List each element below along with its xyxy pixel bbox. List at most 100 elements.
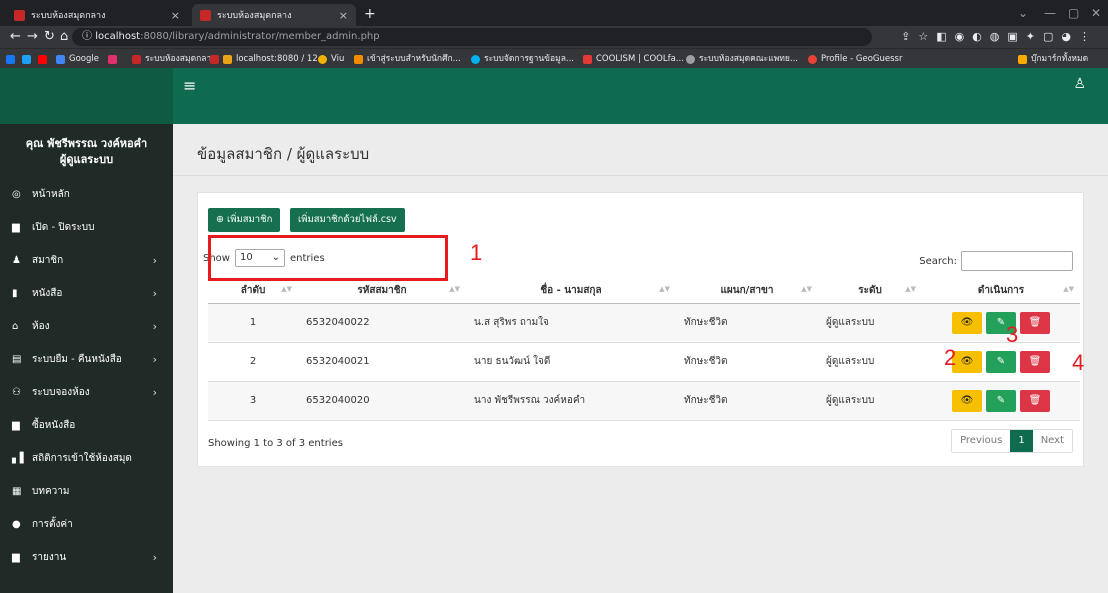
browser-chrome: ระบบห้องสมุดกลาง × ระบบห้องสมุดกลาง × + …: [0, 0, 1108, 68]
next-page-button[interactable]: Next: [1033, 430, 1072, 452]
browser-tab[interactable]: ระบบห้องสมุดกลาง ×: [6, 4, 188, 26]
sidebar-item-buy-books[interactable]: ▆ ซื้อหนังสือ: [0, 415, 173, 435]
sidebar-item-statistics[interactable]: ▖▌ สถิติการเข้าใช้ห้องสมุด: [0, 448, 173, 468]
bar-chart-icon: ▖▌: [12, 452, 28, 464]
cell-level: ผู้ดูแลระบบ: [818, 303, 922, 343]
column-header-no[interactable]: ลำดับ ▲▼: [208, 279, 298, 304]
toolbar-extension-icons[interactable]: ⇪☆◧◉◐◍▣✦▢◕⋮: [901, 30, 1098, 43]
user-icon: ♟: [12, 254, 21, 266]
sort-icon: ▲▼: [449, 285, 460, 293]
close-tab-icon[interactable]: ×: [171, 9, 180, 22]
minimize-icon[interactable]: —: [1044, 6, 1056, 20]
maximize-icon[interactable]: ▢: [1068, 6, 1079, 20]
sidebar-user-name: คุณ พัชรีพรรณ วงค์หอคำ: [25, 137, 148, 150]
close-tab-icon[interactable]: ×: [339, 9, 348, 22]
column-header-name[interactable]: ชื่อ - นามสกุล ▲▼: [466, 279, 676, 304]
google-icon: [56, 54, 65, 64]
cell-no: 1: [208, 303, 298, 343]
chevron-right-icon: ›: [152, 286, 157, 300]
sidebar-item-books[interactable]: ▮ หนังสือ ›: [0, 283, 173, 303]
sort-icon: ▲▼: [1063, 285, 1074, 293]
bookmark-geoguessr[interactable]: Profile - GeoGuessr: [808, 52, 902, 66]
bookmark-coolism[interactable]: COOLISM | COOLfa...: [583, 52, 684, 66]
pagination: Previous 1 Next: [951, 429, 1073, 453]
column-header-department[interactable]: แผนก/สาขา ▲▼: [676, 279, 818, 304]
home-icon[interactable]: ⌂: [60, 29, 68, 45]
column-header-level[interactable]: ระดับ ▲▼: [818, 279, 922, 304]
bookmarks-bar: Google ระบบห้องสมุดกลาง localhost:8080 /…: [0, 48, 1108, 68]
search-input[interactable]: [961, 251, 1073, 271]
youtube-icon[interactable]: [38, 52, 51, 66]
add-members-csv-button[interactable]: เพิ่มสมาชิกด้วยไฟล์.csv: [290, 208, 405, 232]
all-bookmarks[interactable]: บุ๊กมาร์กทั้งหมด: [1018, 52, 1088, 66]
article-icon: ▦: [12, 485, 22, 497]
page-title: ข้อมูลสมาชิก / ผู้ดูแลระบบ: [197, 145, 370, 163]
bookmark-student-login[interactable]: เข้าสู่ระบบสำหรับนักศึก...: [354, 52, 461, 66]
hamburger-menu-icon[interactable]: ≡: [183, 76, 196, 95]
tab-title: ระบบห้องสมุดกลาง: [217, 11, 292, 21]
browser-tab-active[interactable]: ระบบห้องสมุดกลาง ×: [192, 4, 356, 26]
facebook-icon[interactable]: [6, 52, 19, 66]
delete-button[interactable]: 🗑: [1020, 389, 1050, 412]
back-icon[interactable]: ←: [10, 29, 21, 45]
add-member-button[interactable]: ⊕ เพิ่มสมาชิก: [208, 208, 281, 232]
table-row: 1 6532040022 น.ส สุริพร ถามใจ ทักษะชีวิต…: [208, 303, 1080, 343]
new-tab-button[interactable]: +: [364, 6, 376, 22]
navbar-brand-area: [0, 68, 173, 124]
view-button[interactable]: 👁: [952, 350, 982, 373]
column-header-member-id[interactable]: รหัสสมาชิก ▲▼: [298, 279, 466, 304]
bookmark-google[interactable]: Google: [56, 52, 99, 66]
sidebar-item-settings[interactable]: ● การตั้งค่า: [0, 514, 173, 534]
sidebar-user: คุณ พัชรีพรรณ วงค์หอคำ ผู้ดูแลระบบ: [0, 136, 173, 168]
sidebar-item-reports[interactable]: ▆ รายงาน ›: [0, 547, 173, 567]
delete-button[interactable]: 🗑: [1020, 311, 1050, 334]
cell-name: นาง พัชรีพรรณ วงค์หอคำ: [466, 381, 676, 421]
bookmark-database[interactable]: ระบบจัดการฐานข้อมูล...: [471, 52, 574, 66]
reload-icon[interactable]: ↻: [44, 29, 55, 45]
bookmark-viu[interactable]: Viu: [318, 52, 344, 66]
cell-member-id: 6532040022: [298, 303, 466, 343]
bookmark-med-library[interactable]: ระบบห้องสมุดคณะแพทย...: [686, 52, 798, 66]
info-icon: ●: [12, 518, 21, 530]
search-control: Search:: [919, 251, 1073, 271]
delete-button[interactable]: 🗑: [1020, 350, 1050, 373]
showing-entries-text: Showing 1 to 3 of 3 entries: [208, 438, 343, 449]
list-icon: ▤: [12, 353, 22, 365]
table-row: 3 6532040020 นาง พัชรีพรรณ วงค์หอคำ ทักษ…: [208, 381, 1080, 421]
cell-no: 3: [208, 381, 298, 421]
sort-icon: ▲▼: [281, 285, 292, 293]
table-header-row: ลำดับ ▲▼ รหัสสมาชิก ▲▼ ชื่อ - นามสกุล ▲▼ แผ…: [208, 279, 1080, 304]
url-path: :8080/library/administrator/member_admin…: [140, 31, 380, 42]
cell-actions: 👁 ✎ 🗑: [922, 381, 1080, 421]
bookmark-library[interactable]: ระบบห้องสมุดกลาง: [132, 52, 215, 66]
chevron-down-icon[interactable]: ⌄: [1018, 6, 1028, 20]
twitter-icon[interactable]: [22, 52, 35, 66]
view-button[interactable]: 👁: [952, 311, 982, 334]
column-header-actions[interactable]: ดำเนินการ ▲▼: [922, 279, 1080, 304]
sidebar-item-open-close[interactable]: ▆ เปิด - ปิดระบบ: [0, 217, 173, 237]
address-bar-row: ← → ↻ ⌂ ⓘ localhost:8080/library/adminis…: [0, 26, 1108, 48]
edit-button[interactable]: ✎: [986, 389, 1016, 412]
window-close-icon[interactable]: ✕: [1091, 6, 1101, 20]
chevron-right-icon: ›: [152, 253, 157, 267]
sidebar-item-home[interactable]: ◎ หน้าหลัก: [0, 184, 173, 204]
info-icon: ⓘ: [82, 31, 96, 42]
edit-button[interactable]: ✎: [986, 350, 1016, 373]
annotation-number-2: 2: [944, 345, 957, 370]
forward-icon[interactable]: →: [27, 29, 38, 45]
page-1-button[interactable]: 1: [1010, 430, 1033, 452]
previous-page-button[interactable]: Previous: [952, 430, 1010, 452]
user-account-icon[interactable]: ♙: [1073, 76, 1086, 92]
url-field[interactable]: ⓘ localhost:8080/library/administrator/m…: [72, 28, 872, 46]
bookmark-phpmyadmin[interactable]: localhost:8080 / 12...: [210, 52, 326, 66]
cell-no: 2: [208, 342, 298, 382]
sidebar-item-articles[interactable]: ▦ บทความ: [0, 481, 173, 501]
sidebar-item-members[interactable]: ♟ สมาชิก ›: [0, 250, 173, 270]
chevron-right-icon: ›: [152, 385, 157, 399]
sidebar-item-rooms[interactable]: ⌂ ห้อง ›: [0, 316, 173, 336]
sidebar-item-borrow-return[interactable]: ▤ ระบบยืม - คืนหนังสือ ›: [0, 349, 173, 369]
instagram-icon[interactable]: [108, 52, 121, 66]
tab-title: ระบบห้องสมุดกลาง: [31, 11, 106, 21]
view-button[interactable]: 👁: [952, 389, 982, 412]
sidebar-item-room-booking[interactable]: ⚇ ระบบจองห้อง ›: [0, 382, 173, 402]
